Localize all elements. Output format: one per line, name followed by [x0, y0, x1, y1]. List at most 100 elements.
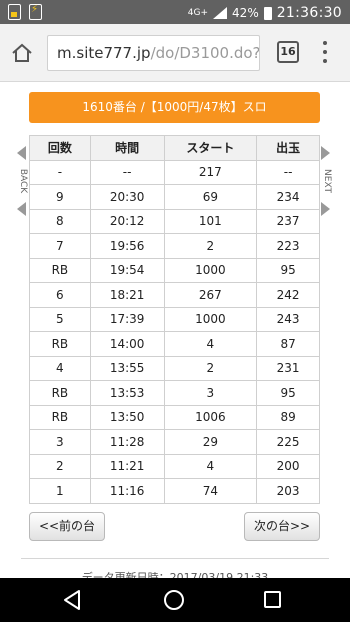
table-row: 2 11:21 4 200 [29, 453, 320, 479]
divider [21, 558, 329, 559]
payout-cell: 231 [256, 355, 320, 381]
previous-machine-button[interactable]: <<前の台 [29, 512, 105, 541]
table-row: 9 20:30 69 234 [29, 184, 320, 210]
payout-cell: 89 [256, 404, 320, 430]
back-side-button[interactable]: BACK [17, 146, 28, 216]
signal-icon [213, 7, 228, 19]
time-cell: 11:16 [89, 478, 165, 504]
payout-cell: 242 [256, 282, 320, 308]
count-cell: RB [29, 380, 91, 406]
time-cell: 19:56 [89, 233, 165, 259]
browser-toolbar: m.site777.jp/do/D3100.do?p 16 [0, 24, 350, 82]
count-cell: 8 [29, 208, 91, 234]
count-cell: 1 [29, 478, 91, 504]
start-cell: 101 [163, 208, 258, 234]
payout-cell: 200 [256, 453, 320, 479]
start-cell: 74 [163, 478, 258, 504]
back-label: BACK [17, 168, 28, 194]
table-row: RB 13:53 3 95 [29, 380, 320, 406]
count-cell: 5 [29, 306, 91, 332]
network-type: 4G+ [187, 8, 209, 18]
system-nav-bar [0, 578, 350, 622]
time-cell: -- [89, 159, 165, 185]
payout-cell: 87 [256, 331, 320, 357]
time-cell: 19:54 [89, 257, 165, 283]
url-path: /do/D3100.do?p [150, 44, 260, 62]
payout-cell: 225 [256, 429, 320, 455]
count-cell: 6 [29, 282, 91, 308]
url-host: m.site777.jp [57, 44, 151, 62]
arrow-right-icon [321, 202, 330, 216]
header-count: 回数 [29, 135, 91, 161]
start-cell: 267 [163, 282, 258, 308]
tab-switcher-button[interactable]: 16 [277, 41, 299, 63]
start-cell: 1000 [163, 257, 258, 283]
table-row: RB 13:50 1006 89 [29, 404, 320, 430]
table-row: 7 19:56 2 223 [29, 233, 320, 259]
count-cell: RB [29, 404, 91, 430]
start-cell: 2 [163, 233, 258, 259]
home-icon[interactable] [10, 41, 34, 65]
sim-icon [8, 4, 21, 20]
time-cell: 11:21 [89, 453, 165, 479]
url-field[interactable]: m.site777.jp/do/D3100.do?p [47, 35, 260, 71]
count-cell: 4 [29, 355, 91, 381]
battery-percent: 42% [232, 6, 259, 20]
next-machine-button[interactable]: 次の台>> [244, 512, 320, 541]
table-header-row: 回数 時間 スタート 出玉 [29, 135, 320, 161]
time-cell: 14:00 [89, 331, 165, 357]
start-cell: 2 [163, 355, 258, 381]
count-cell: 7 [29, 233, 91, 259]
status-right-icons: 4G+ 42% 21:36:30 [188, 5, 342, 21]
payout-cell: 243 [256, 306, 320, 332]
time-cell: 13:55 [89, 355, 165, 381]
start-cell: 3 [163, 380, 258, 406]
next-label: NEXT [322, 169, 332, 193]
status-bar: 4G+ 42% 21:36:30 [0, 0, 350, 24]
page-content: 1610番台 /【1000円/47枚】スロ BACK NEXT 回数 時間 スタ… [0, 82, 350, 578]
start-cell: 29 [163, 429, 258, 455]
count-cell: 3 [29, 429, 91, 455]
data-updated-text: データ更新日時：2017/03/19 21:33 [81, 571, 269, 578]
battery-icon [263, 6, 272, 20]
recents-icon[interactable] [264, 591, 281, 608]
table-row: - -- 217 -- [29, 159, 320, 185]
payout-cell: 223 [256, 233, 320, 259]
table-row: 8 20:12 101 237 [29, 208, 320, 234]
history-table: 回数 時間 スタート 出玉 - -- 217 -- 9 20:30 69 234 8 20:12 1… [29, 135, 320, 504]
payout-cell: 95 [256, 257, 320, 283]
back-icon[interactable] [62, 589, 82, 611]
payout-cell: 203 [256, 478, 320, 504]
table-row: 6 18:21 267 242 [29, 282, 320, 308]
time-cell: 17:39 [89, 306, 165, 332]
table-row: RB 19:54 1000 95 [29, 257, 320, 283]
home-icon[interactable] [164, 590, 184, 610]
time-cell: 20:12 [89, 208, 165, 234]
count-cell: 2 [29, 453, 91, 479]
start-cell: 1000 [163, 306, 258, 332]
header-time: 時間 [89, 135, 165, 161]
count-cell: RB [29, 331, 91, 357]
table-row: 3 11:28 29 225 [29, 429, 320, 455]
start-cell: 4 [163, 453, 258, 479]
battery-saver-icon [29, 4, 42, 20]
start-cell: 1006 [163, 404, 258, 430]
arrow-left-icon [17, 146, 26, 160]
arrow-left-icon [17, 202, 26, 216]
overflow-menu-icon[interactable] [320, 39, 330, 65]
header-start: スタート [163, 135, 258, 161]
arrow-right-icon [321, 146, 330, 160]
count-cell: 9 [29, 184, 91, 210]
table-row: 5 17:39 1000 243 [29, 306, 320, 332]
payout-cell: 237 [256, 208, 320, 234]
start-cell: 217 [163, 159, 258, 185]
count-cell: - [29, 159, 91, 185]
time-cell: 20:30 [89, 184, 165, 210]
status-left-icons [8, 4, 42, 20]
table-row: 4 13:55 2 231 [29, 355, 320, 381]
next-side-button[interactable]: NEXT [321, 146, 332, 216]
header-payout: 出玉 [256, 135, 320, 161]
table-row: 1 11:16 74 203 [29, 478, 320, 504]
payout-cell: -- [256, 159, 320, 185]
clock: 21:36:30 [276, 5, 342, 21]
